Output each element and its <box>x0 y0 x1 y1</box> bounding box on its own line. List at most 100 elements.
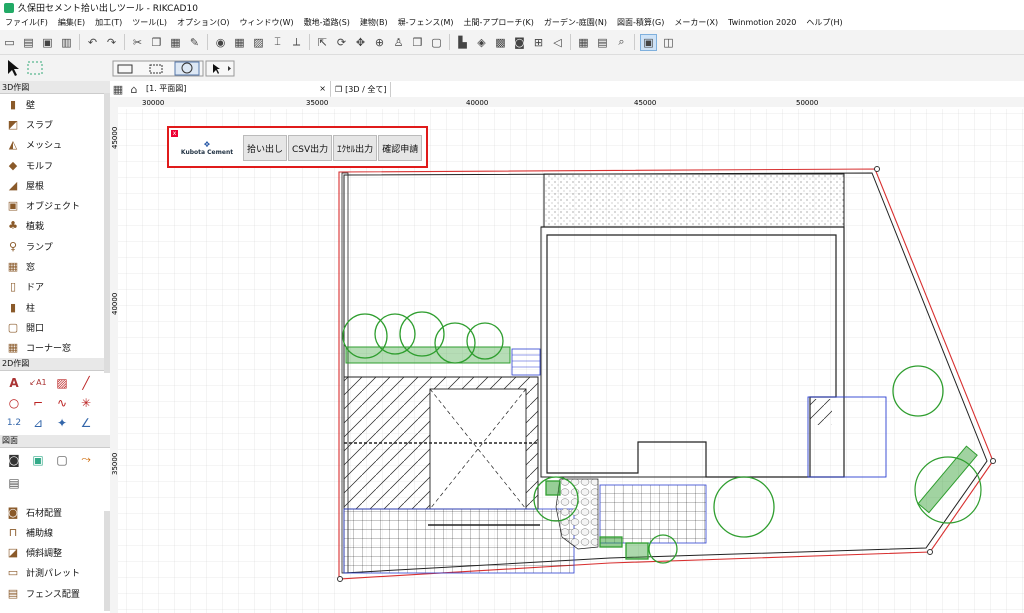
document-tool-icon[interactable]: ▤ <box>2 473 26 493</box>
sidebar-item[interactable]: ◙ 石材配置 <box>0 502 110 522</box>
text-tool-icon[interactable]: A <box>2 373 26 393</box>
sidebar-item[interactable]: ▯ ドア <box>0 277 110 297</box>
menu-item[interactable]: ガーデン-庭園(N) <box>539 17 612 28</box>
spline-tool-icon[interactable]: ∿ <box>50 393 74 413</box>
corner-marker[interactable] <box>874 166 880 172</box>
sidebar-item[interactable]: ◩ スラブ <box>0 114 110 134</box>
cube-icon[interactable]: ❒ <box>410 35 425 50</box>
menu-item[interactable]: 編集(E) <box>53 17 90 28</box>
corner-marker[interactable] <box>990 458 996 464</box>
open-file-icon[interactable]: ▤ <box>21 35 36 50</box>
menu-item[interactable]: 図面-積算(G) <box>612 17 669 28</box>
sidebar-item[interactable]: ◢ 屋根 <box>0 175 110 195</box>
search-icon[interactable]: ⌕ <box>614 35 629 50</box>
camera-icon[interactable]: ◙ <box>512 35 527 50</box>
new-file-icon[interactable]: ▭ <box>2 35 17 50</box>
sidebar-item[interactable]: ▦ 窓 <box>0 256 110 276</box>
walk-icon[interactable]: ♙ <box>391 35 406 50</box>
window-layout-icon[interactable]: ▣ <box>640 33 657 51</box>
menu-item[interactable]: ツール(L) <box>127 17 172 28</box>
menu-item[interactable]: 塀-フェンス(M) <box>393 17 459 28</box>
library-icon[interactable]: ▩ <box>493 35 508 50</box>
snap-group[interactable] <box>112 60 204 77</box>
sidebar-item[interactable]: ⊓ 補助線 <box>0 522 110 542</box>
cut-icon[interactable]: ✂ <box>130 35 145 50</box>
confirm-request-button[interactable]: 確認申請 <box>378 135 423 161</box>
menu-item[interactable]: ウィンドウ(W) <box>235 17 299 28</box>
fit-icon[interactable]: ⊞ <box>531 35 546 50</box>
picture-tool-icon[interactable]: ▣ <box>26 450 50 470</box>
circle-tool-icon[interactable]: ○ <box>2 393 26 413</box>
sidebar-item[interactable]: ▦ コーナー窓 <box>0 338 110 358</box>
sidebar-item[interactable]: ▤ フェンス配置 <box>0 583 110 603</box>
window-split-icon[interactable]: ◫ <box>661 35 676 50</box>
corner-marker[interactable] <box>927 549 933 555</box>
chart-icon[interactable]: ▙ <box>455 35 470 50</box>
pattern-icon[interactable]: ▤ <box>595 35 610 50</box>
label-tool-icon[interactable]: ↙A1 <box>26 373 50 393</box>
menu-item[interactable]: 敷地-道路(S) <box>299 17 355 28</box>
menu-item[interactable]: 土間-アプローチ(K) <box>459 17 539 28</box>
view-icon[interactable]: ▨ <box>251 35 266 50</box>
excel-export-button[interactable]: ｴｸｾﾙ出力 <box>333 135 378 161</box>
dimension-icon[interactable]: ⌶ <box>270 35 285 50</box>
box-icon[interactable]: ▢ <box>429 35 444 50</box>
measure-icon[interactable]: ⟂ <box>289 35 304 50</box>
section-header-drawing[interactable]: 図面 <box>0 434 110 448</box>
sidebar-item[interactable]: ♀ ランプ <box>0 236 110 256</box>
menu-item[interactable]: 建物(B) <box>355 17 393 28</box>
sidebar-item[interactable]: ▮ 壁 <box>0 94 110 114</box>
arrow-tool-icon[interactable] <box>8 60 19 76</box>
tab-list-icon[interactable]: ▦ <box>112 82 124 97</box>
sidebar-item[interactable]: ▮ 柱 <box>0 297 110 317</box>
radial-dim-tool-icon[interactable]: ✦ <box>50 413 74 433</box>
menu-item[interactable]: ファイル(F) <box>0 17 53 28</box>
pointer-tool-icon[interactable] <box>205 60 235 77</box>
path-tool-icon[interactable]: ⤳ <box>74 450 98 470</box>
tab-floor-plan[interactable]: [1. 平面図] × <box>142 80 331 98</box>
sidebar-item[interactable]: ◆ モルフ <box>0 155 110 175</box>
menu-item[interactable]: 加工(T) <box>90 17 127 28</box>
corner-marker[interactable] <box>337 576 343 582</box>
redo-icon[interactable]: ↷ <box>104 35 119 50</box>
sidebar-item[interactable]: ▢ 開口 <box>0 317 110 337</box>
print-icon[interactable]: ▥ <box>59 35 74 50</box>
section-header-3d[interactable]: 3D作図 <box>0 81 110 94</box>
close-icon[interactable]: × <box>319 84 326 93</box>
menu-item[interactable]: メーカー(X) <box>669 17 723 28</box>
select-arrow-icon[interactable]: ⇱ <box>315 35 330 50</box>
sidebar-item[interactable]: ◭ メッシュ <box>0 135 110 155</box>
sidebar-item[interactable]: ♣ 植栽 <box>0 216 110 236</box>
polyline-tool-icon[interactable]: ⌐ <box>26 393 50 413</box>
menu-item[interactable]: ヘルプ(H) <box>801 17 847 28</box>
save-icon[interactable]: ▣ <box>40 35 55 50</box>
camera-tool-icon[interactable]: ◙ <box>2 450 26 470</box>
table-icon[interactable]: ▦ <box>576 35 591 50</box>
dimension-tool-icon[interactable]: 1.2 <box>2 413 26 433</box>
menu-item[interactable]: オプション(O) <box>172 17 235 28</box>
menu-item[interactable]: Twinmotion 2020 <box>723 18 801 27</box>
sidebar-item[interactable]: ▭ 計測パレット <box>0 563 110 583</box>
section-header-2d[interactable]: 2D作図 <box>0 357 110 371</box>
render-icon[interactable]: ◈ <box>474 35 489 50</box>
tab-3d[interactable]: ❒ [3D / 全て] <box>331 81 392 97</box>
line-tool-icon[interactable]: ╱ <box>74 373 98 393</box>
figure-tool-icon[interactable]: ▢ <box>50 450 74 470</box>
sidebar-item[interactable]: ◪ 傾斜調整 <box>0 542 110 562</box>
pan-icon[interactable]: ✥ <box>353 35 368 50</box>
layer-icon[interactable]: ◉ <box>213 35 228 50</box>
copy-icon[interactable]: ❐ <box>149 35 164 50</box>
orbit-icon[interactable]: ⟳ <box>334 35 349 50</box>
grid-icon[interactable]: ▦ <box>232 35 247 50</box>
drawing-canvas[interactable]: 30000 35000 40000 45000 50000 45000 4000… <box>110 97 1024 613</box>
angle-dim-tool-icon[interactable]: ∠ <box>74 413 98 433</box>
marquee-tool-icon[interactable] <box>27 61 43 75</box>
hotspot-tool-icon[interactable]: ✳ <box>74 393 98 413</box>
hatch-tool-icon[interactable]: ▨ <box>50 373 74 393</box>
csv-export-button[interactable]: CSV出力 <box>288 135 333 161</box>
level-tool-icon[interactable]: ⊿ <box>26 413 50 433</box>
pickup-button[interactable]: 拾い出し <box>243 135 288 161</box>
sidebar-item[interactable]: ▣ オブジェクト <box>0 195 110 215</box>
paste-icon[interactable]: ▦ <box>168 35 183 50</box>
undo-icon[interactable]: ↶ <box>85 35 100 50</box>
